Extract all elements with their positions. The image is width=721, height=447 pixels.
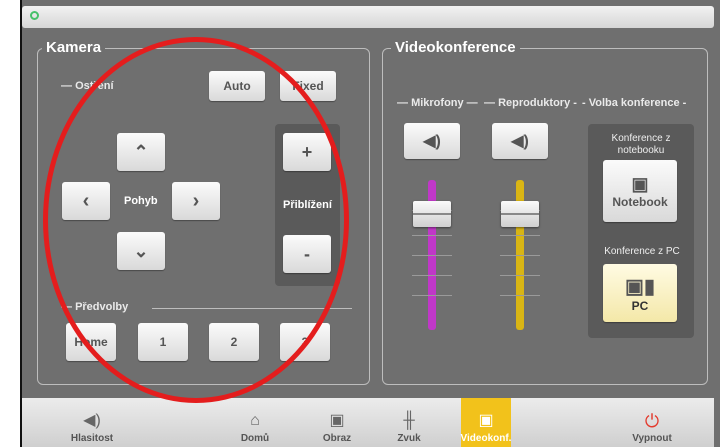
- notebook-caption: Konference z notebooku: [611, 133, 671, 156]
- kamera-title: Kamera: [42, 38, 106, 58]
- mic-label: — Mikrofony —: [397, 97, 478, 109]
- nav-label: Vypnout: [632, 433, 672, 444]
- tick: [500, 275, 540, 276]
- zoom-label: Přiblížení: [283, 199, 332, 211]
- focus-label: — Ostření: [61, 80, 114, 92]
- pan-left-button[interactable]: ‹: [62, 182, 110, 220]
- presets-label: — Předvolby: [61, 301, 129, 313]
- tick: [412, 275, 452, 276]
- nav-label: Domů: [240, 433, 270, 444]
- home-icon: ⌂: [250, 412, 260, 429]
- tick: [412, 295, 452, 296]
- spk-volume-slider[interactable]: [500, 180, 540, 330]
- pc-button[interactable]: ▣▮ PC: [603, 264, 677, 322]
- pan-down-button[interactable]: ⌄: [117, 232, 165, 270]
- zoom-in-button[interactable]: +: [283, 133, 331, 171]
- chevron-left-icon: ‹: [82, 189, 90, 212]
- zoom-out-button[interactable]: -: [283, 235, 331, 273]
- nav-videokonf[interactable]: ▣ Videokonf.: [461, 398, 511, 447]
- spk-label: — Reproduktory -: [484, 97, 577, 109]
- nav-vypnout[interactable]: ⏻ Vypnout: [622, 398, 682, 447]
- notebook-button[interactable]: ▣ Notebook: [603, 160, 677, 222]
- mic-slider-thumb[interactable]: [413, 201, 451, 228]
- mic-volume-slider[interactable]: [412, 180, 452, 330]
- speaker-icon: ◀): [423, 133, 441, 150]
- mic-mute-button[interactable]: ◀): [404, 123, 460, 159]
- nav-obraz[interactable]: ▣ Obraz: [312, 398, 362, 447]
- speaker-icon: ◀): [83, 412, 101, 429]
- nav-label: Videokonf.: [460, 433, 512, 444]
- conf-label: - Volba konference -: [582, 97, 687, 109]
- tick: [412, 235, 452, 236]
- preset-home-button[interactable]: Home: [66, 323, 116, 361]
- preset-2-button[interactable]: 2: [209, 323, 259, 361]
- pc-caption: Konference z PC: [604, 246, 680, 257]
- nav-zvuk[interactable]: ╫ Zvuk: [386, 398, 432, 447]
- monitor-icon: ▣: [329, 412, 345, 429]
- nav-domu[interactable]: ⌂ Domů: [230, 398, 280, 447]
- power-icon: ⏻: [644, 411, 660, 431]
- preset-1-button[interactable]: 1: [138, 323, 188, 361]
- chevron-up-icon: ⌃: [133, 141, 149, 162]
- pohyb-label: Pohyb: [124, 195, 158, 207]
- nav-hlasitost[interactable]: ◀) Hlasitost: [62, 398, 122, 447]
- tick: [500, 235, 540, 236]
- tick: [500, 255, 540, 256]
- nav-label: Hlasitost: [70, 433, 114, 444]
- tick: [500, 295, 540, 296]
- pc-icon: ▣▮: [625, 275, 655, 298]
- focus-auto-button[interactable]: Auto: [209, 71, 265, 101]
- tick: [412, 255, 452, 256]
- bottom-nav: ◀) Hlasitost ⌂ Domů ▣ Obraz ╫ Zvuk ▣ Vid…: [22, 398, 714, 447]
- spk-slider-thumb[interactable]: [501, 201, 539, 228]
- chevron-right-icon: ›: [192, 189, 200, 212]
- pan-right-button[interactable]: ›: [172, 182, 220, 220]
- pan-up-button[interactable]: ⌃: [117, 133, 165, 171]
- nav-label: Zvuk: [397, 433, 421, 444]
- speaker-icon: ◀): [511, 133, 529, 150]
- status-led-icon: [30, 11, 39, 20]
- preset-3-button[interactable]: 3: [280, 323, 330, 361]
- spk-mute-button[interactable]: ◀): [492, 123, 548, 159]
- monitor-icon: ▣: [631, 173, 649, 194]
- presets-divider: [152, 308, 352, 309]
- chevron-down-icon: ⌄: [133, 240, 149, 261]
- pc-button-label: PC: [631, 298, 649, 313]
- focus-fixed-button[interactable]: Fixed: [280, 71, 336, 101]
- nav-label: Obraz: [322, 433, 352, 444]
- mixer-icon: ╫: [403, 412, 415, 429]
- videoconference-title: Videokonference: [391, 38, 520, 58]
- videoconf-icon: ▣: [478, 412, 494, 429]
- notebook-button-label: Notebook: [612, 194, 668, 209]
- top-bar: [22, 6, 714, 28]
